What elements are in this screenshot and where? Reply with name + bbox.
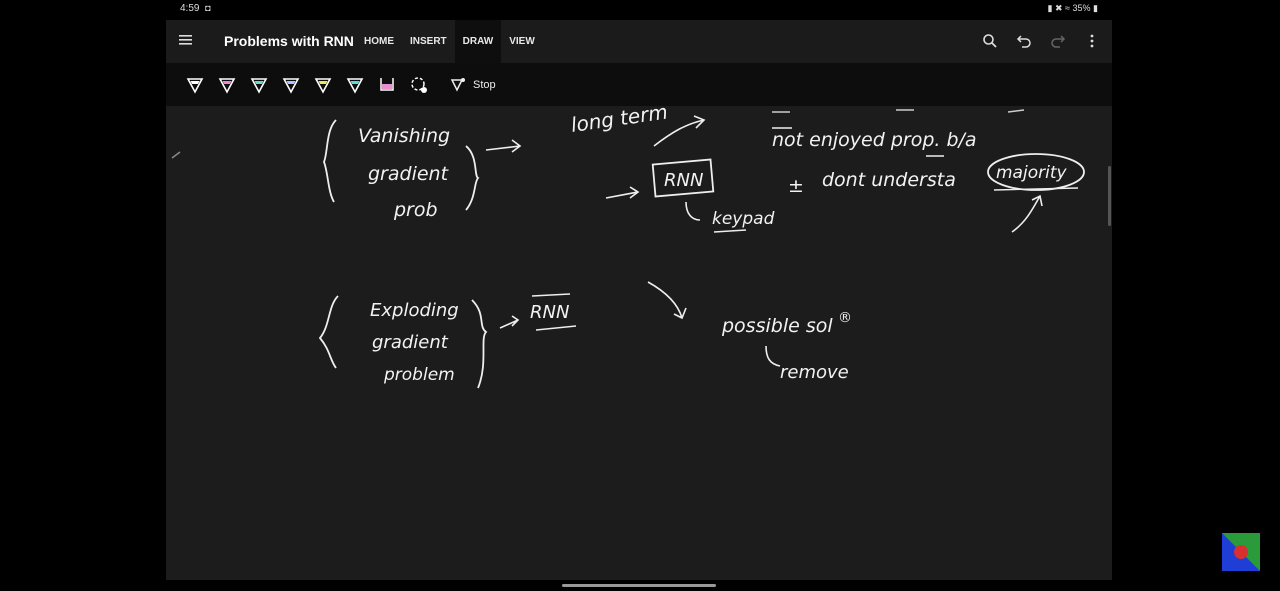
pen-pink-icon[interactable] [216, 74, 238, 96]
ink-gradient-1: gradient [368, 163, 450, 185]
drawing-canvas[interactable]: Vanishing gradient prob long term RNN ke… [166, 106, 1112, 580]
handwriting-ink: Vanishing gradient prob long term RNN ke… [171, 106, 1085, 389]
highlighter-cyan-icon[interactable] [344, 74, 366, 96]
ink-remove: remove [780, 362, 849, 383]
app-bar: Problems with RNN HOME INSERT DRAW VIEW [166, 20, 1112, 63]
screen-record-icon: ◘ [205, 3, 211, 13]
draw-toolbar: Stop [166, 63, 1112, 106]
ink-not-enjoyed: not enjoyed prop. b/a [772, 129, 977, 151]
ink-problem: problem [383, 365, 455, 385]
lasso-add-icon[interactable] [408, 74, 430, 96]
clock-text: 4:59 [180, 3, 200, 14]
ink-majority: majority [996, 163, 1067, 183]
ink-rnn-1: RNN [664, 170, 703, 191]
pen-blue-icon[interactable] [280, 74, 302, 96]
appbar-actions [978, 30, 1104, 52]
wifi-icon: ≈ [1065, 3, 1070, 13]
highlighter-yellow-icon[interactable] [312, 74, 334, 96]
pen-teal-icon[interactable] [248, 74, 270, 96]
tab-view[interactable]: VIEW [501, 20, 543, 63]
ink-exploding: Exploding [370, 300, 459, 321]
ink-prob: prob [393, 199, 438, 221]
battery-icon: ▮ [1093, 3, 1098, 13]
status-icons: ▮ ✖ ≈ 35% ▮ [1048, 3, 1098, 14]
ink-possible-sol: possible sol [721, 315, 833, 337]
hamburger-menu-icon[interactable] [178, 32, 194, 48]
ink-plus: ± [788, 175, 804, 197]
ink-circle-mark: ® [838, 310, 852, 326]
lock-icon: ▮ [1047, 3, 1053, 13]
redo-icon[interactable] [1046, 30, 1070, 52]
stop-ink-button[interactable]: Stop [449, 74, 496, 96]
status-bar: 4:59 ◘ ▮ ✖ ≈ 35% ▮ [166, 0, 1112, 20]
undo-icon[interactable] [1012, 30, 1036, 52]
pen-white-icon[interactable] [184, 74, 206, 96]
highlighter-magenta-icon[interactable] [376, 74, 398, 96]
ink-gradient-2: gradient [372, 332, 449, 353]
document-title[interactable]: Problems with RNN [224, 33, 354, 49]
home-indicator[interactable] [562, 584, 716, 587]
tab-insert[interactable]: INSERT [402, 20, 455, 63]
channel-logo-icon [1222, 533, 1260, 571]
vertical-scrollbar[interactable] [1108, 166, 1111, 226]
more-icon[interactable] [1080, 30, 1104, 52]
battery-percent: 35% [1072, 3, 1091, 13]
ink-long-term: long term [569, 106, 669, 137]
mute-icon: ✖ [1054, 3, 1063, 13]
stop-label: Stop [473, 79, 496, 91]
tab-draw[interactable]: DRAW [454, 20, 502, 63]
tablet-screen: 4:59 ◘ ▮ ✖ ≈ 35% ▮ Problems with RNN HOM… [166, 0, 1112, 591]
status-time: 4:59 ◘ [180, 3, 211, 14]
ink-replay-icon [450, 78, 465, 92]
pen-tray [184, 74, 430, 96]
ribbon-tabs: HOME INSERT DRAW VIEW [356, 20, 543, 63]
ink-dont-understand: dont understa [822, 169, 956, 191]
search-icon[interactable] [978, 30, 1002, 52]
ink-rnn-2: RNN [530, 302, 569, 323]
ink-keypad: keypad [712, 209, 775, 229]
tab-home[interactable]: HOME [356, 20, 402, 63]
ink-vanishing: Vanishing [358, 125, 450, 147]
